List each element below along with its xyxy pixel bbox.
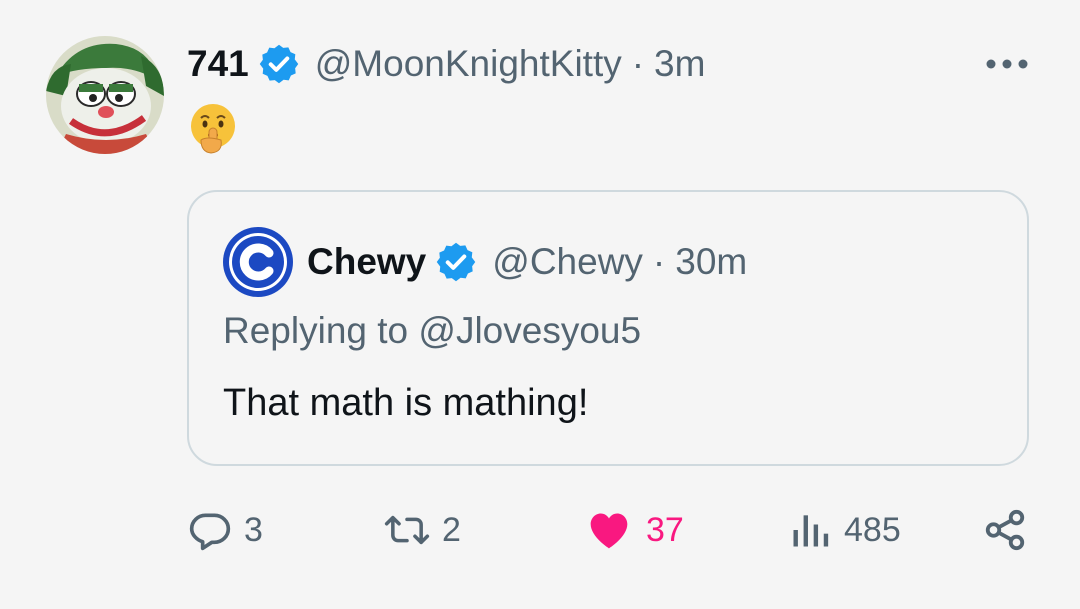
heart-icon bbox=[590, 513, 628, 549]
separator: · bbox=[631, 43, 645, 84]
tweet-text bbox=[187, 102, 239, 154]
share-icon bbox=[985, 509, 1025, 551]
reply-count: 3 bbox=[244, 510, 263, 549]
reply-button[interactable]: 3 bbox=[188, 500, 263, 560]
display-name[interactable]: 741 bbox=[187, 43, 249, 85]
views-count: 485 bbox=[844, 510, 901, 549]
quoted-tweet[interactable]: Chewy @Chewy · 30m Replying to @Jlovesyo… bbox=[187, 190, 1029, 466]
quoted-timestamp[interactable]: 30m bbox=[675, 241, 747, 283]
retweet-icon bbox=[384, 515, 430, 545]
action-bar: 3 2 37 485 bbox=[0, 500, 1080, 560]
reply-icon bbox=[189, 513, 231, 551]
like-count: 37 bbox=[646, 510, 684, 549]
avatar[interactable] bbox=[46, 36, 164, 154]
tweet-header: 741 @MoonKnightKitty · 3m bbox=[187, 36, 705, 92]
shushing-face-emoji bbox=[191, 104, 235, 154]
quoted-header: Chewy @Chewy · 30m bbox=[223, 227, 747, 297]
quoted-handle[interactable]: @Chewy bbox=[492, 241, 643, 283]
chewy-logo-icon[interactable] bbox=[223, 227, 293, 297]
quoted-display-name[interactable]: Chewy bbox=[307, 241, 426, 283]
like-button[interactable]: 37 bbox=[584, 500, 684, 560]
verified-badge-icon[interactable] bbox=[257, 42, 301, 86]
joker-garfield-avatar-icon bbox=[46, 36, 164, 154]
retweet-count: 2 bbox=[442, 510, 461, 549]
retweet-button[interactable]: 2 bbox=[384, 500, 461, 560]
views-button[interactable]: 485 bbox=[788, 500, 901, 560]
more-options-button[interactable] bbox=[984, 50, 1030, 78]
replying-to[interactable]: Replying to @Jlovesyou5 bbox=[223, 310, 641, 352]
timestamp[interactable]: 3m bbox=[654, 43, 705, 85]
quoted-text: That math is mathing! bbox=[223, 382, 589, 424]
handle[interactable]: @MoonKnightKitty bbox=[315, 43, 622, 85]
verified-badge-icon[interactable] bbox=[434, 240, 478, 284]
share-button[interactable] bbox=[982, 500, 1040, 560]
views-chart-icon bbox=[793, 515, 829, 547]
more-horizontal-icon bbox=[986, 59, 1028, 69]
separator: · bbox=[652, 241, 666, 282]
